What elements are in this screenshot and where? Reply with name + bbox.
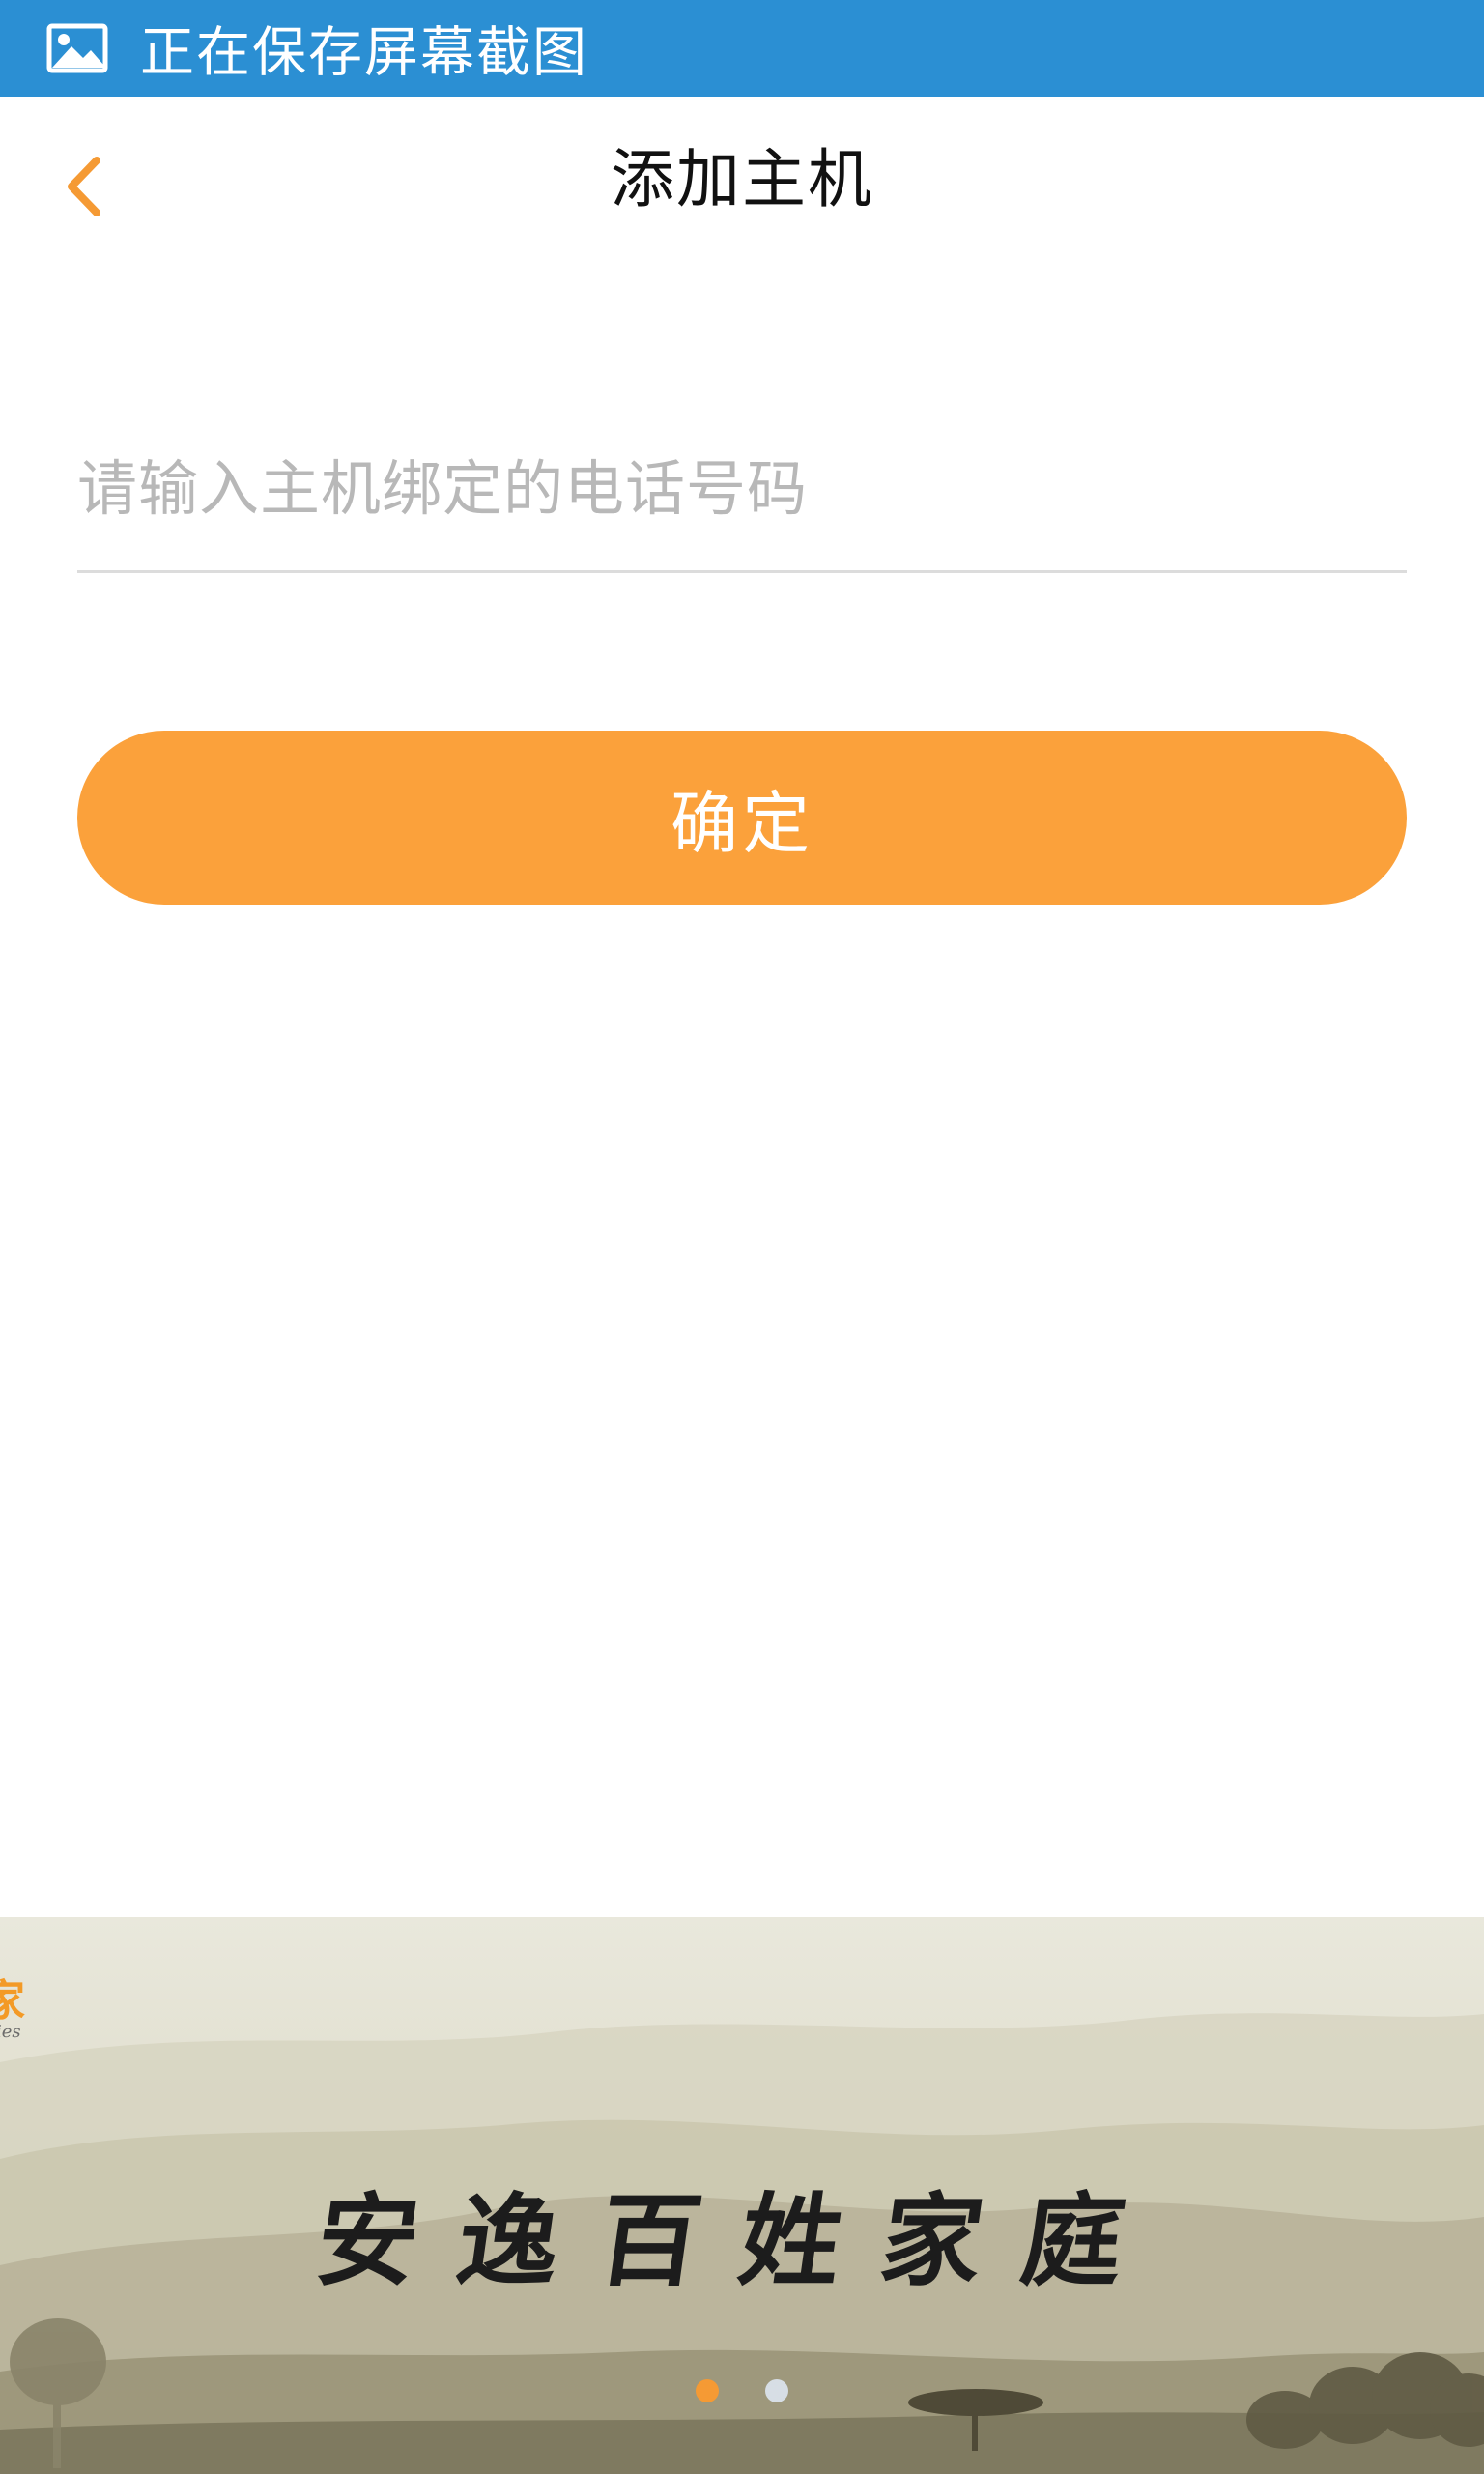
carousel-dot-2[interactable]: [765, 2379, 788, 2402]
phone-field: [77, 425, 1407, 573]
banner-carousel[interactable]: 家 ies 安逸百姓家庭: [0, 1917, 1484, 2474]
carousel-indicator: [0, 2379, 1484, 2402]
banner-slogan: 安逸百姓家庭: [309, 2181, 1173, 2300]
input-underline: [77, 570, 1407, 573]
carousel-dot-1[interactable]: [696, 2379, 719, 2402]
phone-number-input[interactable]: [77, 425, 1407, 551]
status-bar: 正在保存屏幕截图: [0, 0, 1484, 97]
brand-logo-text: 家: [0, 1976, 25, 2026]
page-title: 添加主机: [611, 142, 873, 216]
nav-bar: 添加主机: [0, 97, 1484, 261]
brand-logo-subtext: ies: [0, 2022, 21, 2042]
confirm-button[interactable]: 确定: [77, 731, 1407, 905]
status-text: 正在保存屏幕截图: [140, 21, 588, 85]
image-icon: [46, 23, 108, 73]
